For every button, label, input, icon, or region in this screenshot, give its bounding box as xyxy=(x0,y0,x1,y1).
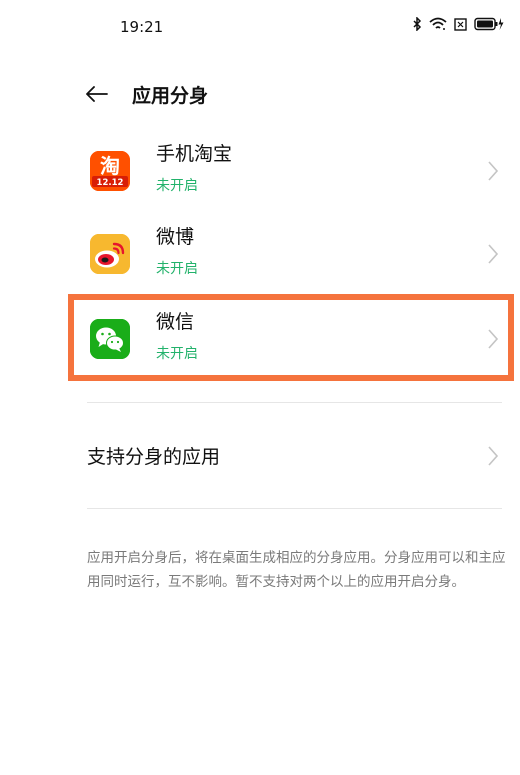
description-note: 应用开启分身后，将在桌面生成相应的分身应用。分身应用可以和主应用同时运行，互不影… xyxy=(87,550,506,590)
chevron-right-icon xyxy=(488,244,499,264)
taobao-icon: 淘 12.12 xyxy=(90,151,130,191)
divider xyxy=(87,508,502,509)
back-button[interactable] xyxy=(82,79,112,109)
supported-apps-label: 支持分身的应用 xyxy=(87,446,221,468)
status-bar: 19:21 xyxy=(0,0,520,52)
app-row-taobao[interactable]: 淘 12.12 手机淘宝 未开启 xyxy=(68,129,514,213)
header: 应用分身 xyxy=(0,75,520,115)
taobao-icon-badge: 12.12 xyxy=(97,178,124,188)
chevron-right-icon xyxy=(488,446,499,466)
page-title: 应用分身 xyxy=(132,85,209,107)
app-name: 微博 xyxy=(156,226,195,248)
taobao-icon-glyph: 淘 xyxy=(100,154,120,178)
weibo-icon xyxy=(90,234,130,274)
divider xyxy=(87,402,502,403)
status-time: 19:21 xyxy=(120,18,164,36)
app-row-weibo[interactable]: 微博 未开启 xyxy=(68,212,514,296)
app-name: 手机淘宝 xyxy=(156,143,233,165)
sim-icon xyxy=(454,17,467,31)
status-icons xyxy=(412,17,504,31)
highlight-frame xyxy=(68,294,514,381)
bluetooth-icon xyxy=(413,17,422,31)
app-status: 未开启 xyxy=(156,178,198,194)
chevron-right-icon xyxy=(488,161,499,181)
app-status: 未开启 xyxy=(156,261,198,277)
arrow-left-icon xyxy=(86,86,108,102)
battery-charging-icon xyxy=(474,17,504,31)
supported-apps-row[interactable]: 支持分身的应用 xyxy=(68,420,514,492)
wifi-icon xyxy=(429,17,447,30)
